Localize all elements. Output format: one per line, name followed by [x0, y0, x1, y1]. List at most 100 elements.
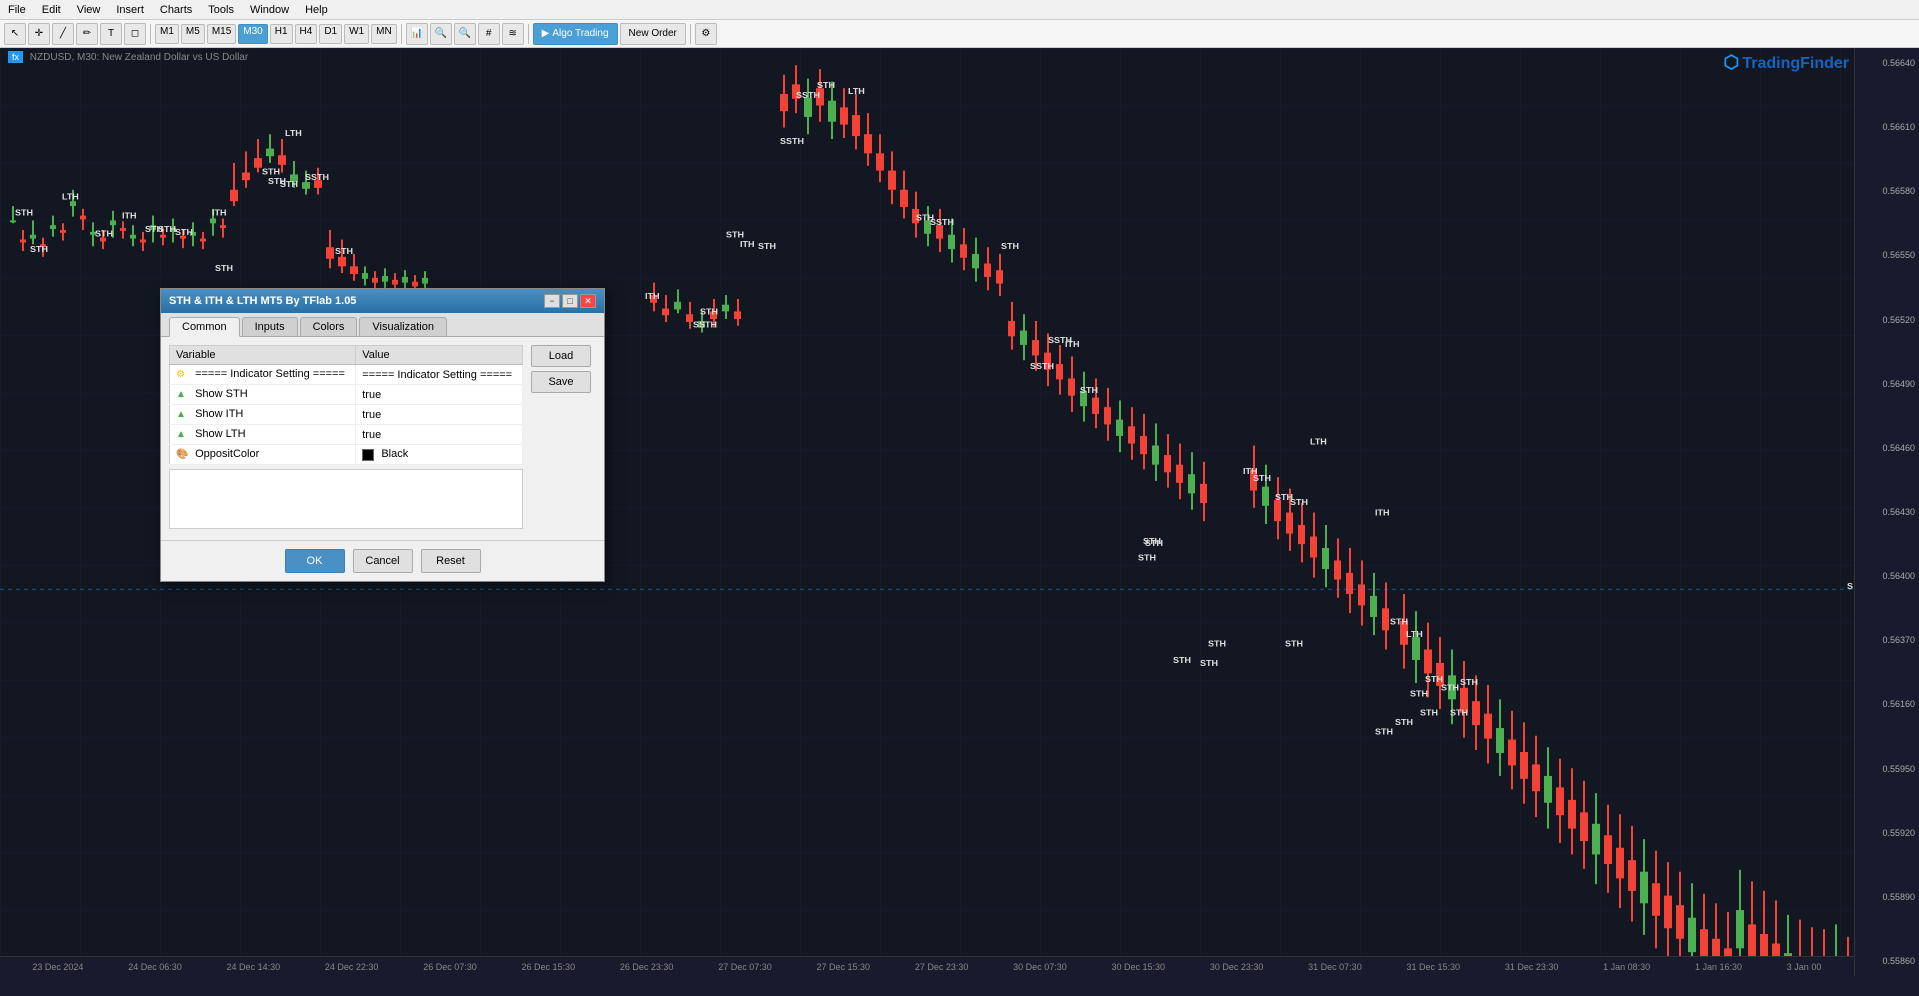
table-row-header: ⚙ ===== Indicator Setting ===== ===== In… [170, 365, 523, 385]
toolbar-volume[interactable]: ≋ [502, 23, 524, 45]
toolbar-settings[interactable]: ⚙ [695, 23, 717, 45]
toolbar-shapes[interactable]: ◻ [124, 23, 146, 45]
val-indicator-setting: ===== Indicator Setting ===== [356, 365, 523, 385]
algo-trading-button[interactable]: ▶ Algo Trading [533, 23, 618, 45]
menu-insert[interactable]: Insert [112, 3, 148, 17]
toolbar-line[interactable]: ╱ [52, 23, 74, 45]
tf-m1[interactable]: M1 [155, 24, 179, 44]
price-3: 0.56550 [1859, 250, 1915, 260]
time-10: 30 Dec 07:30 [1013, 962, 1067, 972]
menu-bar: File Edit View Insert Charts Tools Windo… [0, 0, 1919, 20]
tab-inputs[interactable]: Inputs [242, 317, 298, 336]
svg-text:STH: STH [1208, 639, 1226, 649]
time-axis: 23 Dec 2024 24 Dec 06:30 24 Dec 14:30 24… [0, 956, 1854, 976]
toolbar-crosshair[interactable]: ✛ [28, 23, 50, 45]
svg-text:STH: STH [758, 241, 776, 251]
svg-text:STH: STH [1290, 497, 1308, 507]
dialog-close-button[interactable]: ✕ [580, 294, 596, 308]
menu-window[interactable]: Window [246, 3, 293, 17]
svg-text:LTH: LTH [285, 128, 302, 138]
svg-text:LTH: LTH [1310, 437, 1327, 447]
val-show-lth[interactable]: true [356, 425, 523, 445]
val-show-sth[interactable]: true [356, 385, 523, 405]
tf-m5[interactable]: M5 [181, 24, 205, 44]
val-oppositcolor-text: Black [381, 448, 408, 460]
dialog-titlebar: STH & ITH & LTH MT5 By TFlab 1.05 − □ ✕ [161, 289, 604, 313]
svg-text:STH: STH [158, 224, 176, 234]
menu-view[interactable]: View [73, 3, 105, 17]
tf-mn[interactable]: MN [371, 24, 397, 44]
time-8: 27 Dec 15:30 [817, 962, 871, 972]
price-6: 0.56460 [1859, 443, 1915, 453]
svg-text:LTH: LTH [62, 192, 79, 202]
tab-common[interactable]: Common [169, 317, 240, 337]
toolbar-chart-type[interactable]: 📊 [406, 23, 428, 45]
toolbar-zoom-out[interactable]: 🔍 [454, 23, 476, 45]
tf-h4[interactable]: H4 [295, 24, 318, 44]
svg-text:STH: STH [1138, 553, 1156, 563]
svg-text:ITH: ITH [122, 211, 136, 221]
cancel-button[interactable]: Cancel [353, 549, 413, 573]
table-row-oppositcolor[interactable]: 🎨 OppositColor Black [170, 445, 523, 465]
time-18: 3 Jan 00 [1787, 962, 1822, 972]
var-indicator-setting-text: ===== Indicator Setting ===== [195, 368, 345, 380]
var-show-sth: ▲ Show STH [170, 385, 356, 405]
tab-visualization[interactable]: Visualization [359, 317, 447, 336]
time-14: 31 Dec 15:30 [1406, 962, 1460, 972]
table-row-show-sth[interactable]: ▲ Show STH true [170, 385, 523, 405]
table-row-show-lth[interactable]: ▲ Show LTH true [170, 425, 523, 445]
toolbar-sep-2 [401, 24, 402, 44]
new-order-button[interactable]: New Order [620, 23, 686, 45]
svg-text:STH: STH [1253, 473, 1271, 483]
time-7: 27 Dec 07:30 [718, 962, 772, 972]
settings-icon: ⚙ [176, 369, 188, 381]
dialog-minimize-button[interactable]: − [544, 294, 560, 308]
svg-text:STH: STH [15, 208, 33, 218]
price-5: 0.56490 [1859, 379, 1915, 389]
save-button[interactable]: Save [531, 371, 591, 393]
description-textarea[interactable] [169, 469, 523, 529]
menu-help[interactable]: Help [301, 3, 332, 17]
toolbar-arrow[interactable]: ↖ [4, 23, 26, 45]
svg-text:STH: STH [215, 263, 233, 273]
time-16: 1 Jan 08:30 [1603, 962, 1650, 972]
svg-text:STH: STH [175, 227, 193, 237]
price-10: 0.56160 [1859, 699, 1915, 709]
price-2: 0.56580 [1859, 186, 1915, 196]
chart-badge: fx [8, 51, 23, 63]
tf-d1[interactable]: D1 [319, 24, 342, 44]
load-button[interactable]: Load [531, 345, 591, 367]
table-row-show-ith[interactable]: ▲ Show ITH true [170, 405, 523, 425]
menu-edit[interactable]: Edit [38, 3, 65, 17]
val-show-ith[interactable]: true [356, 405, 523, 425]
dialog-left: Variable Value ⚙ ===== Indicator Setting… [169, 345, 523, 532]
menu-charts[interactable]: Charts [156, 3, 196, 17]
toolbar-pencil[interactable]: ✏ [76, 23, 98, 45]
menu-tools[interactable]: Tools [204, 3, 238, 17]
toolbar-text[interactable]: T [100, 23, 122, 45]
toolbar-grid[interactable]: # [478, 23, 500, 45]
svg-text:STH: STH [1460, 677, 1478, 687]
svg-text:SSTH: SSTH [1030, 361, 1054, 371]
price-1: 0.56610 [1859, 122, 1915, 132]
svg-text:SSTH: SSTH [780, 136, 804, 146]
reset-button[interactable]: Reset [421, 549, 481, 573]
tf-h1[interactable]: H1 [270, 24, 293, 44]
tf-w1[interactable]: W1 [344, 24, 369, 44]
val-oppositcolor[interactable]: Black [356, 445, 523, 465]
tf-m30[interactable]: M30 [238, 24, 267, 44]
tab-colors[interactable]: Colors [300, 317, 358, 336]
svg-text:STH: STH [726, 230, 744, 240]
dialog-footer: OK Cancel Reset [161, 540, 604, 581]
chart-area: ⬡ TradingFinder fx NZDUSD, M30: New Zeal… [0, 48, 1919, 976]
dialog-maximize-button[interactable]: □ [562, 294, 578, 308]
chart-title: NZDUSD, M30: New Zealand Dollar vs US Do… [30, 52, 248, 63]
tf-m15[interactable]: M15 [207, 24, 236, 44]
time-11: 30 Dec 15:30 [1112, 962, 1166, 972]
ok-button[interactable]: OK [285, 549, 345, 573]
play-icon: ▶ [542, 28, 550, 39]
logo-icon: ⬡ [1724, 52, 1740, 72]
menu-file[interactable]: File [4, 3, 30, 17]
toolbar-zoom-in[interactable]: 🔍 [430, 23, 452, 45]
price-0: 0.56640 [1859, 58, 1915, 68]
